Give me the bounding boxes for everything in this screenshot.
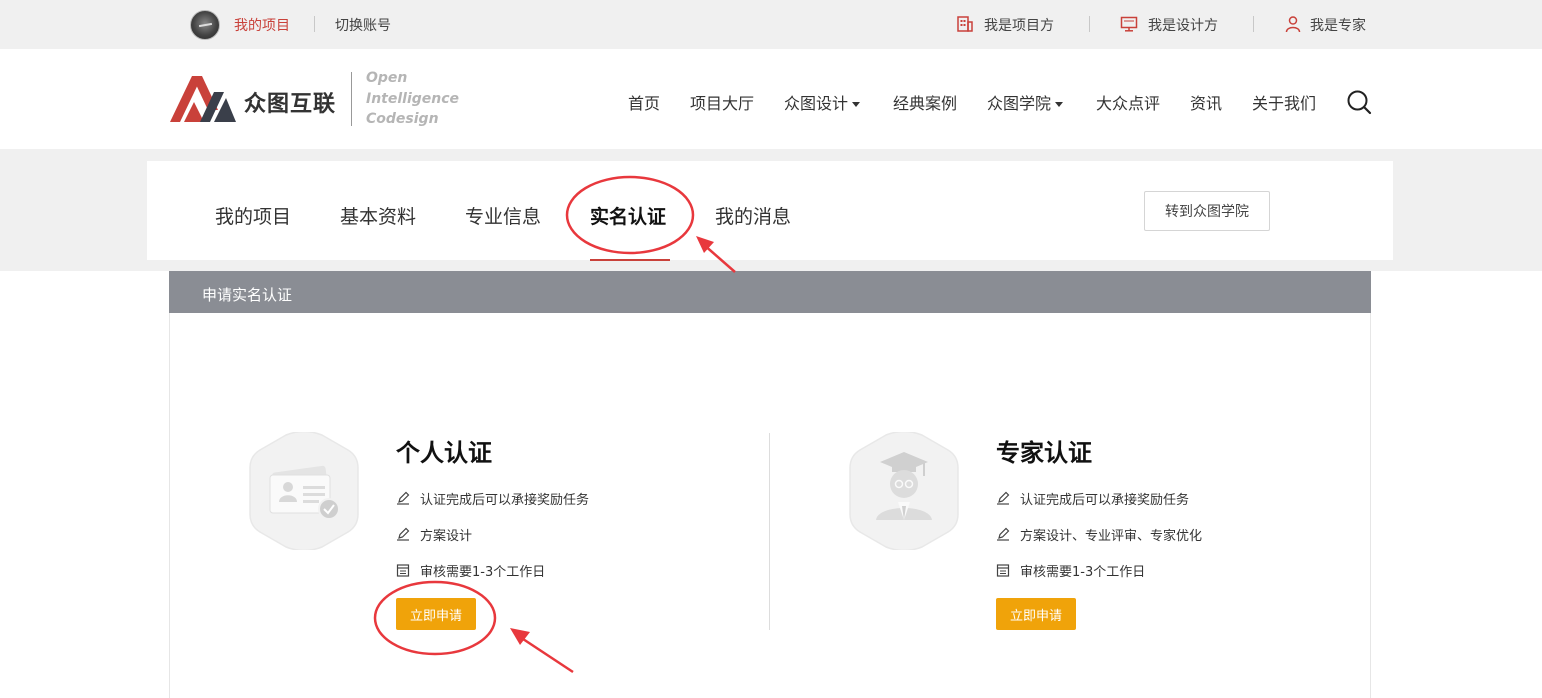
logo-tagline-line: Open (366, 70, 408, 86)
divider (314, 16, 315, 32)
role-expert-link[interactable]: 我是专家 (1310, 15, 1366, 35)
expert-auth-title: 专家认证 (996, 439, 1092, 467)
pencil-icon (397, 491, 410, 505)
nav-reviews[interactable]: 大众点评 (1096, 90, 1160, 114)
logo-tagline-line: Codesign (366, 111, 439, 127)
feature-text: 方案设计、专业评审、专家优化 (1020, 529, 1203, 544)
personal-apply-button[interactable]: 立即申请 (396, 598, 476, 630)
calendar-icon (996, 564, 1010, 577)
nav-design[interactable]: 众图设计 (784, 90, 861, 114)
nav-label: 资讯 (1190, 94, 1223, 113)
role-project-owner-link[interactable]: 我是项目方 (984, 15, 1054, 35)
logo-mark[interactable] (170, 72, 238, 126)
personal-auth-title: 个人认证 (396, 439, 492, 467)
goto-academy-button[interactable]: 转到众图学院 (1144, 191, 1270, 231)
nav-label: 关于我们 (1252, 94, 1317, 113)
feature-text: 审核需要1-3个工作日 (1020, 565, 1146, 580)
tab-real-name-auth[interactable]: 实名认证 (590, 202, 666, 229)
search-icon[interactable] (1346, 89, 1372, 115)
tab-my-messages[interactable]: 我的消息 (715, 202, 791, 229)
pencil-icon (397, 527, 410, 541)
nav-home[interactable]: 首页 (628, 90, 660, 114)
nav-academy[interactable]: 众图学院 (987, 90, 1064, 114)
nav-label: 首页 (628, 94, 661, 113)
card-title: 申请实名认证 (202, 286, 293, 304)
nav-label: 大众点评 (1096, 94, 1161, 113)
top-bar: 我的项目 切换账号 我是项目方 我是设计方 我是专家 (0, 0, 1542, 49)
feature-text: 认证完成后可以承接奖励任务 (1020, 493, 1190, 508)
nav-about[interactable]: 关于我们 (1252, 90, 1316, 114)
active-tab-underline (590, 259, 670, 261)
id-card-icon (249, 432, 359, 550)
logo-tagline-line: Intelligence (366, 90, 460, 107)
logo-divider (351, 72, 352, 126)
pencil-icon (997, 491, 1010, 505)
person-icon (1285, 16, 1301, 33)
divider (1253, 16, 1254, 32)
expert-apply-button[interactable]: 立即申请 (996, 598, 1076, 630)
logo-text[interactable]: 众图互联 (244, 86, 336, 118)
nav-classic-cases[interactable]: 经典案例 (893, 90, 957, 114)
feature-text: 方案设计 (420, 529, 473, 544)
column-divider (769, 433, 770, 630)
calendar-icon (396, 564, 410, 577)
expert-avatar-icon (849, 432, 959, 550)
pencil-icon (997, 527, 1010, 541)
card-header (169, 271, 1371, 313)
divider (1089, 16, 1090, 32)
nav-label: 项目大厅 (690, 94, 755, 113)
nav-label: 经典案例 (893, 94, 958, 113)
monitor-icon (1120, 16, 1138, 32)
feature-text: 认证完成后可以承接奖励任务 (420, 493, 590, 508)
caret-down-icon (1055, 102, 1064, 107)
top-my-projects-link[interactable]: 我的项目 (234, 15, 290, 35)
building-icon (957, 16, 973, 32)
tab-professional-info[interactable]: 专业信息 (465, 202, 541, 229)
nav-project-hall[interactable]: 项目大厅 (690, 90, 754, 114)
nav-news[interactable]: 资讯 (1190, 90, 1222, 114)
feature-text: 审核需要1-3个工作日 (420, 565, 546, 580)
nav-label: 众图设计 (784, 94, 849, 113)
logo-tagline: Open Intelligence Codesign (366, 68, 459, 130)
nav-label: 众图学院 (987, 94, 1052, 113)
avatar[interactable] (190, 10, 220, 40)
tab-my-projects[interactable]: 我的项目 (215, 202, 291, 229)
tab-basic-info[interactable]: 基本资料 (340, 202, 416, 229)
role-designer-link[interactable]: 我是设计方 (1148, 15, 1218, 35)
caret-down-icon (852, 102, 861, 107)
switch-account-link[interactable]: 切换账号 (335, 15, 391, 35)
